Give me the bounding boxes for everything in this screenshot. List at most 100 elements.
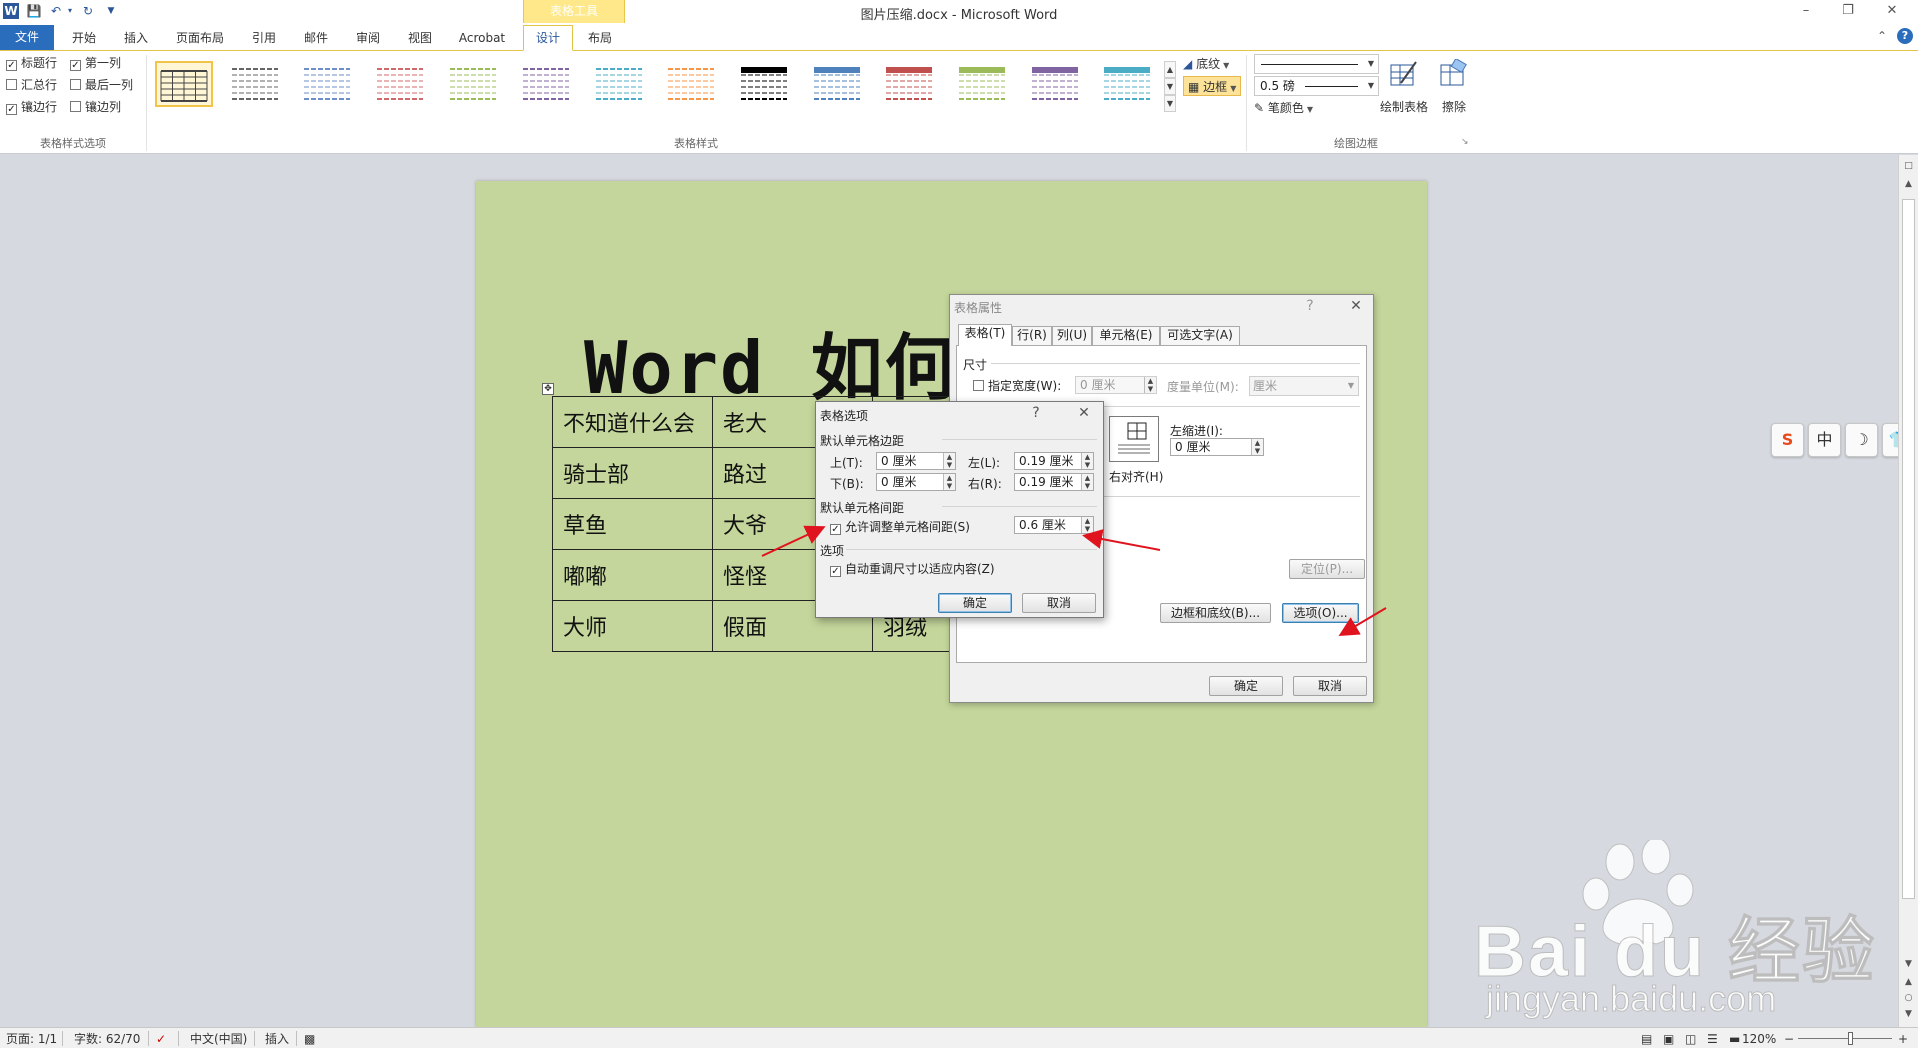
option-header-row[interactable]: ✓ 标题行: [6, 54, 57, 72]
ok-button[interactable]: 确定: [938, 593, 1012, 613]
spinner-icon[interactable]: ▲ ▼: [1081, 453, 1093, 469]
table-cell[interactable]: 草鱼: [552, 498, 713, 550]
option-first-column[interactable]: ✓ 第一列: [70, 54, 121, 72]
print-layout-view-icon[interactable]: ▤: [1641, 1031, 1652, 1047]
line-style-dropdown[interactable]: ▼: [1254, 54, 1379, 74]
width-input[interactable]: 0 厘米 ▲ ▼: [1075, 376, 1157, 394]
table-cell[interactable]: 大师: [552, 600, 713, 652]
top-margin-input[interactable]: 0 厘米 ▲ ▼: [876, 452, 956, 470]
tab-table[interactable]: 表格(T): [958, 324, 1012, 346]
tab-acrobat[interactable]: Acrobat: [454, 28, 510, 48]
dialog-close-icon[interactable]: ✕: [1074, 404, 1094, 422]
checkbox[interactable]: ✓: [830, 524, 841, 535]
vertical-scrollbar[interactable]: □ ▲ ▼ ▲ ○ ▼: [1898, 155, 1918, 1027]
option-last-column[interactable]: 最后一列: [70, 76, 133, 94]
align-right-option[interactable]: [1109, 416, 1159, 462]
cancel-button[interactable]: 取消: [1022, 593, 1096, 613]
table-cell[interactable]: 骑士部: [552, 447, 713, 499]
checkbox[interactable]: ✓: [6, 60, 17, 71]
table-style-thumbnail[interactable]: [1100, 61, 1158, 107]
dialog-help-button[interactable]: ?: [1026, 404, 1046, 422]
page-count[interactable]: 页面: 1/1: [6, 1031, 57, 1047]
spinner-icon[interactable]: ▲ ▼: [1081, 474, 1093, 490]
dialog-close-icon[interactable]: ✕: [1346, 297, 1366, 315]
positioning-button[interactable]: 定位(P)...: [1289, 559, 1365, 579]
ok-button[interactable]: 确定: [1209, 676, 1283, 696]
table-style-thumbnail[interactable]: [592, 61, 650, 107]
spinner-icon[interactable]: ▲ ▼: [1251, 439, 1263, 455]
tab-references[interactable]: 引用: [246, 28, 282, 48]
auto-resize-checkbox[interactable]: ✓ 自动重调尺寸以适应内容(Z): [830, 560, 995, 577]
right-margin-input[interactable]: 0.19 厘米 ▲ ▼: [1014, 473, 1094, 491]
checkbox[interactable]: [6, 79, 17, 90]
tab-design[interactable]: 设计: [523, 25, 573, 51]
scroll-thumb[interactable]: [1902, 199, 1915, 899]
table-style-thumbnail[interactable]: [737, 61, 795, 107]
borders-shading-button[interactable]: 边框和底纹(B)...: [1160, 603, 1271, 623]
checkbox[interactable]: [973, 380, 984, 391]
tab-home[interactable]: 开始: [66, 28, 102, 48]
tab-insert[interactable]: 插入: [118, 28, 154, 48]
table-style-thumbnail[interactable]: [228, 61, 286, 107]
table-cell[interactable]: 嘟嘟: [552, 549, 713, 601]
spinner-icon[interactable]: ▲ ▼: [943, 474, 955, 490]
option-banded-columns[interactable]: 镶边列: [70, 98, 121, 116]
insert-mode[interactable]: 插入: [265, 1031, 289, 1047]
web-layout-view-icon[interactable]: ◫: [1685, 1031, 1696, 1047]
zoom-slider-thumb[interactable]: [1848, 1032, 1853, 1045]
scroll-down-icon[interactable]: ▼: [1901, 957, 1916, 972]
ruler-toggle-icon[interactable]: □: [1901, 159, 1916, 174]
zoom-slider-track[interactable]: [1798, 1038, 1892, 1039]
tab-review[interactable]: 审阅: [350, 28, 386, 48]
bottom-margin-input[interactable]: 0 厘米 ▲ ▼: [876, 473, 956, 491]
gallery-scroll-down[interactable]: ▼: [1164, 78, 1176, 95]
options-button[interactable]: 选项(O)...: [1282, 603, 1359, 623]
tab-cell[interactable]: 单元格(E): [1092, 326, 1160, 345]
table-style-thumbnail[interactable]: [300, 61, 358, 107]
outline-view-icon[interactable]: ☰: [1707, 1031, 1718, 1047]
zoom-level[interactable]: 120%: [1742, 1031, 1776, 1047]
spinner-icon[interactable]: ▲ ▼: [1081, 517, 1093, 533]
tab-page-layout[interactable]: 页面布局: [170, 28, 230, 48]
zoom-out-icon[interactable]: −: [1784, 1031, 1794, 1047]
zoom-in-icon[interactable]: +: [1898, 1031, 1908, 1047]
table-move-handle-icon[interactable]: ✥: [542, 383, 554, 395]
full-screen-view-icon[interactable]: ▣: [1663, 1031, 1674, 1047]
prev-page-icon[interactable]: ▲: [1901, 975, 1916, 990]
left-indent-input[interactable]: 0 厘米 ▲ ▼: [1170, 438, 1264, 456]
measure-select[interactable]: 厘米 ▼: [1249, 376, 1359, 396]
table-style-thumbnail[interactable]: [664, 61, 722, 107]
moon-icon[interactable]: ☽: [1845, 423, 1878, 457]
line-weight-dropdown[interactable]: 0.5 磅 ▼: [1254, 76, 1379, 96]
left-margin-input[interactable]: 0.19 厘米 ▲ ▼: [1014, 452, 1094, 470]
spinner-icon[interactable]: ▲ ▼: [943, 453, 955, 469]
table-style-thumbnail[interactable]: [1028, 61, 1086, 107]
restore-icon[interactable]: ❐: [1834, 2, 1862, 20]
borders-button[interactable]: ▦ 边框 ▼: [1183, 76, 1242, 96]
word-count[interactable]: 字数: 62/70: [74, 1031, 140, 1047]
tab-alt-text[interactable]: 可选文字(A): [1160, 326, 1240, 345]
table-cell[interactable]: 不知道什么会: [552, 396, 713, 448]
gallery-more[interactable]: ▼: [1164, 95, 1176, 112]
shading-button[interactable]: ◢ 底纹 ▼: [1183, 54, 1229, 74]
checkbox[interactable]: ✓: [6, 104, 17, 115]
tab-file[interactable]: 文件: [0, 25, 54, 50]
draw-table-button[interactable]: 绘制表格: [1378, 59, 1430, 115]
minimize-icon[interactable]: –: [1792, 2, 1820, 20]
macro-record-icon[interactable]: ▩: [304, 1031, 315, 1047]
spacing-input[interactable]: 0.6 厘米 ▲ ▼: [1014, 516, 1094, 534]
help-icon[interactable]: ?: [1897, 28, 1913, 44]
sogou-logo-icon[interactable]: S: [1771, 423, 1804, 457]
option-banded-rows[interactable]: ✓ 镶边行: [6, 98, 57, 116]
minimize-ribbon-icon[interactable]: ⌃: [1874, 28, 1890, 44]
tab-layout[interactable]: 布局: [580, 28, 620, 48]
language-indicator[interactable]: 中文(中国): [190, 1031, 247, 1047]
table-style-thumbnail[interactable]: [155, 61, 213, 107]
table-style-thumbnail[interactable]: [446, 61, 504, 107]
pen-color-button[interactable]: ✎ 笔颜色 ▼: [1254, 98, 1313, 118]
table-style-thumbnail[interactable]: [519, 61, 577, 107]
spinner-icon[interactable]: ▲ ▼: [1144, 377, 1156, 393]
tab-column[interactable]: 列(U): [1052, 326, 1092, 345]
close-icon[interactable]: ✕: [1878, 2, 1906, 20]
dialog-help-button[interactable]: ?: [1300, 297, 1320, 315]
